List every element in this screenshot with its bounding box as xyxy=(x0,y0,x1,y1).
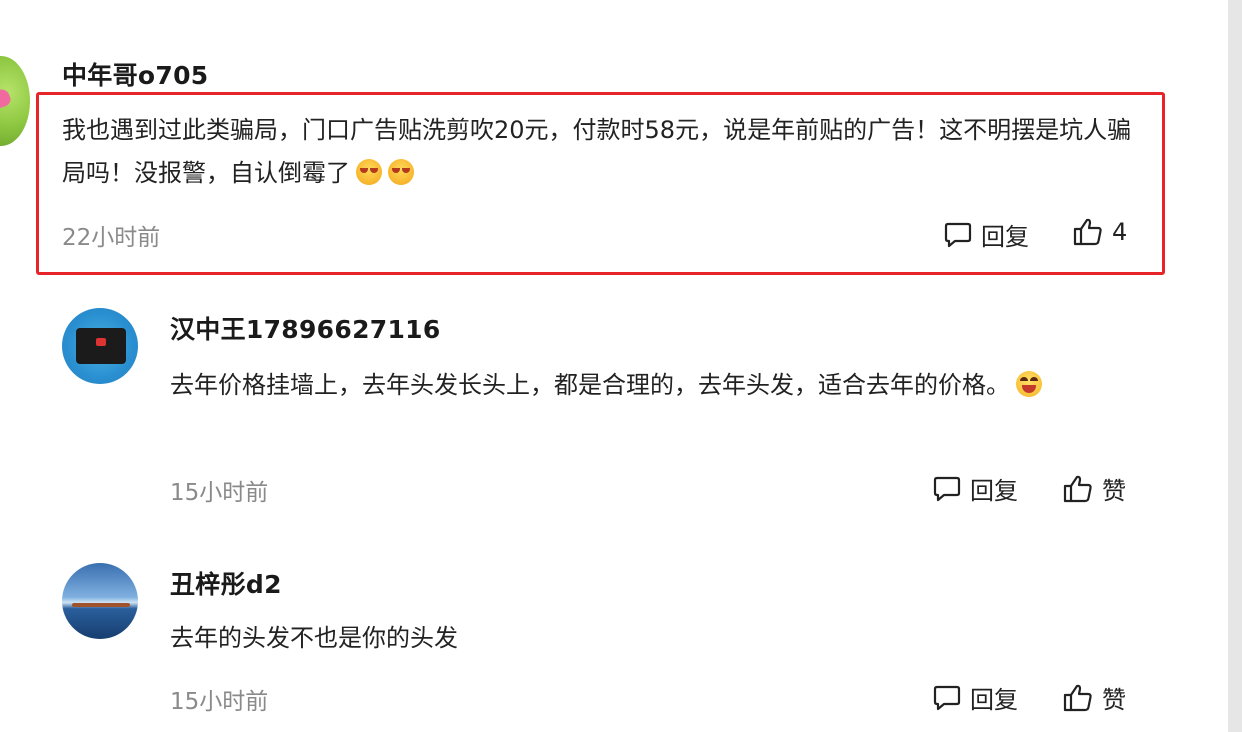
comment-bubble-icon xyxy=(932,683,962,713)
like-label: 赞 xyxy=(1102,686,1126,714)
thumbs-up-icon xyxy=(1062,683,1094,713)
smile-emoji-icon xyxy=(388,159,414,185)
like-button[interactable]: 4 xyxy=(1072,217,1127,247)
like-count: 4 xyxy=(1112,218,1128,246)
comment-body: 去年的头发不也是你的头发 xyxy=(170,624,458,652)
scrollbar-track[interactable] xyxy=(1228,0,1242,732)
comment-text: 去年的头发不也是你的头发 xyxy=(170,617,1160,660)
comment-body: 我也遇到过此类骗局，门口广告贴洗剪吹20元，付款时58元，说是年前贴的广告！这不… xyxy=(62,116,1132,187)
laughing-emoji-icon xyxy=(1016,371,1042,397)
reply-label: 回复 xyxy=(981,223,1029,251)
reply-button[interactable]: 回复 xyxy=(943,217,1029,252)
comment-bubble-icon xyxy=(932,474,962,504)
username[interactable]: 汉中王17896627116 xyxy=(170,310,441,346)
reply-button[interactable]: 回复 xyxy=(932,680,1018,715)
comment-text: 去年价格挂墙上，去年头发长头上，都是合理的，去年头发，适合去年的价格。 xyxy=(170,364,1160,407)
comment-thread: 中年哥o705 我也遇到过此类骗局，门口广告贴洗剪吹20元，付款时58元，说是年… xyxy=(0,0,1242,732)
avatar-image xyxy=(76,328,126,364)
like-label: 赞 xyxy=(1102,477,1126,505)
thumbs-up-icon xyxy=(1072,217,1104,247)
timestamp: 15小时前 xyxy=(170,689,269,715)
like-button[interactable]: 赞 xyxy=(1062,680,1126,715)
comment-text: 我也遇到过此类骗局，门口广告贴洗剪吹20元，付款时58元，说是年前贴的广告！这不… xyxy=(62,109,1142,195)
avatar-image xyxy=(0,86,13,112)
timestamp: 15小时前 xyxy=(170,480,269,506)
emoji-mouth xyxy=(1022,385,1036,393)
smile-emoji-icon xyxy=(356,159,382,185)
reply-label: 回复 xyxy=(970,477,1018,505)
avatar-image xyxy=(72,603,130,607)
avatar[interactable] xyxy=(0,56,30,146)
username[interactable]: 中年哥o705 xyxy=(62,56,208,92)
timestamp: 22小时前 xyxy=(62,225,161,251)
comment-bubble-icon xyxy=(943,220,973,250)
reply-label: 回复 xyxy=(970,686,1018,714)
like-button[interactable]: 赞 xyxy=(1062,471,1126,506)
avatar[interactable] xyxy=(62,308,138,384)
username[interactable]: 丑梓彤d2 xyxy=(170,565,282,601)
thumbs-up-icon xyxy=(1062,474,1094,504)
avatar[interactable] xyxy=(62,563,138,639)
reply-button[interactable]: 回复 xyxy=(932,471,1018,506)
comment-body: 去年价格挂墙上，去年头发长头上，都是合理的，去年头发，适合去年的价格。 xyxy=(170,371,1010,399)
